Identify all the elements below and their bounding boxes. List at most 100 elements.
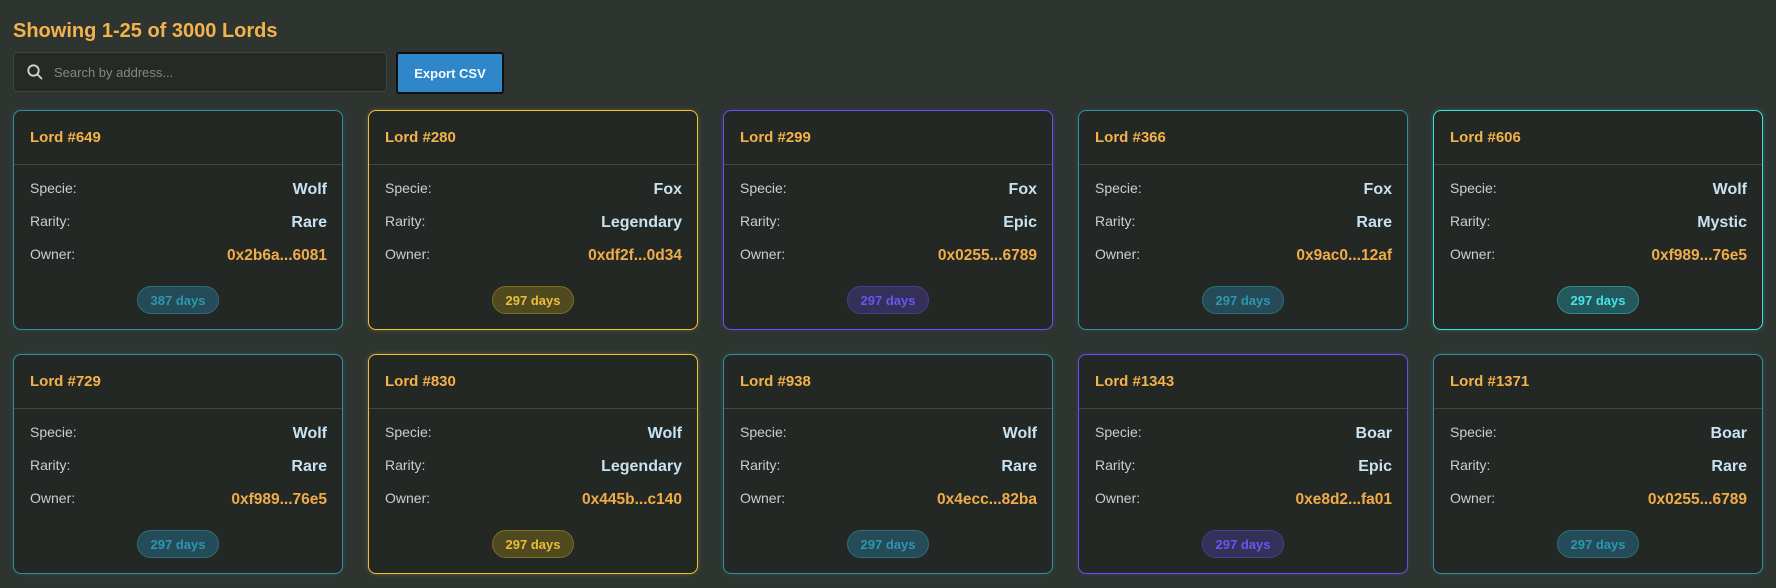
lord-card-body: Specie: Fox Rarity: Rare Owner: 0x9ac0..… [1079,165,1407,277]
days-badge: 297 days [492,530,574,558]
lord-card-body: Specie: Wolf Rarity: Mystic Owner: 0xf98… [1434,165,1762,277]
specie-row: Specie: Boar [1095,422,1392,455]
owner-value: 0xf989...76e5 [231,491,327,508]
rarity-row: Rarity: Epic [1095,455,1392,488]
lord-card-body: Specie: Wolf Rarity: Legendary Owner: 0x… [369,409,697,521]
rarity-value: Rare [291,458,327,475]
search-field[interactable] [13,52,387,92]
owner-label: Owner: [740,490,786,506]
owner-label: Owner: [30,490,76,506]
specie-label: Specie: [30,180,77,196]
specie-value: Fox [653,181,682,198]
toolbar: Export CSV [13,52,1763,94]
lord-card[interactable]: Lord #366 Specie: Fox Rarity: Rare Owner… [1078,110,1408,330]
lord-card-body: Specie: Wolf Rarity: Rare Owner: 0xf989.… [14,409,342,521]
rarity-value: Mystic [1697,214,1747,231]
lord-card-title: Lord #938 [724,355,1052,409]
days-badge: 297 days [1202,286,1284,314]
owner-value: 0x445b...c140 [582,491,682,508]
rarity-label: Rarity: [740,213,781,229]
lord-card-title: Lord #280 [369,111,697,165]
lord-card-title: Lord #366 [1079,111,1407,165]
days-badge: 297 days [847,286,929,314]
specie-row: Specie: Fox [740,178,1037,211]
rarity-label: Rarity: [1450,213,1491,229]
lord-card-title: Lord #606 [1434,111,1762,165]
days-badge-wrap: 297 days [1434,286,1762,314]
rarity-row: Rarity: Rare [1450,455,1747,488]
rarity-label: Rarity: [385,213,426,229]
days-badge-wrap: 297 days [724,286,1052,314]
specie-value: Wolf [647,425,682,442]
lord-card[interactable]: Lord #1343 Specie: Boar Rarity: Epic Own… [1078,354,1408,574]
lord-card[interactable]: Lord #280 Specie: Fox Rarity: Legendary … [368,110,698,330]
lord-card-title: Lord #649 [14,111,342,165]
owner-label: Owner: [1095,490,1141,506]
lord-card-body: Specie: Fox Rarity: Epic Owner: 0x0255..… [724,165,1052,277]
owner-value: 0xdf2f...0d34 [588,247,682,264]
rarity-label: Rarity: [1095,213,1136,229]
rarity-value: Rare [291,214,327,231]
search-input[interactable] [54,64,374,80]
owner-value: 0xe8d2...fa01 [1295,491,1392,508]
lord-card[interactable]: Lord #649 Specie: Wolf Rarity: Rare Owne… [13,110,343,330]
owner-row: Owner: 0xdf2f...0d34 [385,244,682,277]
specie-label: Specie: [740,180,787,196]
results-summary: Showing 1-25 of 3000 Lords [13,20,278,42]
rarity-row: Rarity: Legendary [385,211,682,244]
days-badge: 297 days [1202,530,1284,558]
rarity-row: Rarity: Mystic [1450,211,1747,244]
days-badge-wrap: 297 days [369,530,697,558]
days-badge: 297 days [1557,530,1639,558]
lord-card-title: Lord #299 [724,111,1052,165]
owner-row: Owner: 0xf989...76e5 [1450,244,1747,277]
lord-card[interactable]: Lord #938 Specie: Wolf Rarity: Rare Owne… [723,354,1053,574]
days-badge: 297 days [137,530,219,558]
lord-card-body: Specie: Wolf Rarity: Rare Owner: 0x4ecc.… [724,409,1052,521]
lord-card[interactable]: Lord #606 Specie: Wolf Rarity: Mystic Ow… [1433,110,1763,330]
days-badge-wrap: 297 days [1079,530,1407,558]
owner-row: Owner: 0xe8d2...fa01 [1095,488,1392,521]
owner-row: Owner: 0x4ecc...82ba [740,488,1037,521]
specie-label: Specie: [385,424,432,440]
lord-card[interactable]: Lord #299 Specie: Fox Rarity: Epic Owner… [723,110,1053,330]
rarity-value: Epic [1358,458,1392,475]
specie-value: Fox [1008,181,1037,198]
days-badge: 297 days [1557,286,1639,314]
owner-row: Owner: 0x445b...c140 [385,488,682,521]
owner-row: Owner: 0x2b6a...6081 [30,244,327,277]
lord-card[interactable]: Lord #729 Specie: Wolf Rarity: Rare Owne… [13,354,343,574]
lord-card-body: Specie: Fox Rarity: Legendary Owner: 0xd… [369,165,697,277]
page: Showing 1-25 of 3000 Lords Export CSV Lo… [0,0,1776,588]
specie-row: Specie: Wolf [385,422,682,455]
lord-card[interactable]: Lord #830 Specie: Wolf Rarity: Legendary… [368,354,698,574]
export-csv-button[interactable]: Export CSV [396,52,504,94]
specie-label: Specie: [1450,424,1497,440]
rarity-row: Rarity: Rare [30,211,327,244]
lord-card-body: Specie: Boar Rarity: Rare Owner: 0x0255.… [1434,409,1762,521]
days-badge-wrap: 297 days [369,286,697,314]
rarity-value: Rare [1711,458,1747,475]
days-badge-wrap: 297 days [14,530,342,558]
days-badge-wrap: 387 days [14,286,342,314]
days-badge: 387 days [137,286,219,314]
specie-row: Specie: Wolf [740,422,1037,455]
owner-value: 0x0255...6789 [1647,491,1747,508]
owner-value: 0x2b6a...6081 [227,247,327,264]
lord-card[interactable]: Lord #1371 Specie: Boar Rarity: Rare Own… [1433,354,1763,574]
owner-row: Owner: 0x0255...6789 [740,244,1037,277]
owner-row: Owner: 0xf989...76e5 [30,488,327,521]
owner-label: Owner: [385,246,431,262]
owner-value: 0x4ecc...82ba [937,491,1037,508]
specie-label: Specie: [740,424,787,440]
rarity-row: Rarity: Rare [1095,211,1392,244]
specie-row: Specie: Fox [1095,178,1392,211]
owner-label: Owner: [1450,490,1496,506]
specie-label: Specie: [385,180,432,196]
rarity-value: Legendary [601,458,682,475]
specie-value: Wolf [292,181,327,198]
lord-card-title: Lord #1371 [1434,355,1762,409]
lord-card-body: Specie: Wolf Rarity: Rare Owner: 0x2b6a.… [14,165,342,277]
rarity-row: Rarity: Legendary [385,455,682,488]
specie-row: Specie: Boar [1450,422,1747,455]
